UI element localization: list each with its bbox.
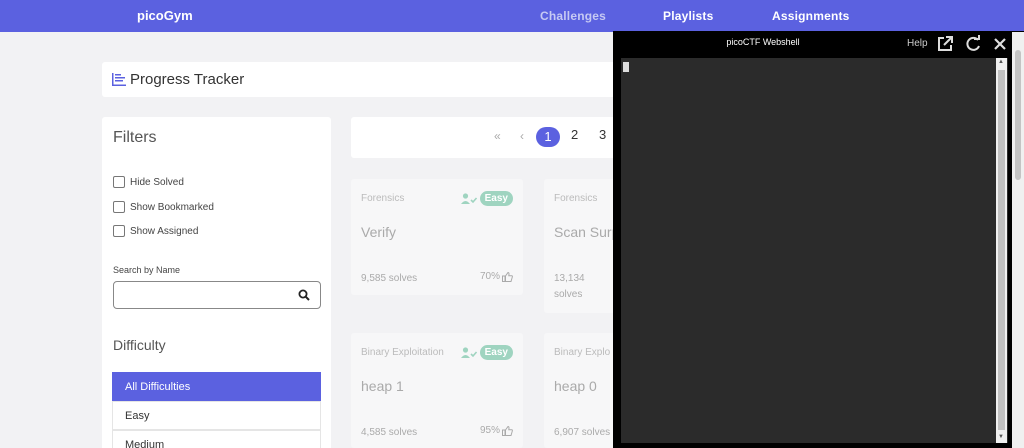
difficulty-indicator: Easy [460, 191, 513, 206]
pagination: « ‹ 1 2 3 [351, 117, 621, 158]
challenge-likes: 70% [480, 271, 513, 282]
challenge-name: heap 0 [554, 378, 597, 394]
nav-assignments[interactable]: Assignments [772, 9, 850, 23]
webshell-panel: picoCTF Webshell Help ▲ ▼ [613, 31, 1024, 448]
bar-chart-icon [112, 73, 126, 86]
challenge-category: Binary Exploitation [361, 347, 444, 358]
terminal-scrollbar-thumb[interactable] [998, 70, 1005, 430]
external-link-icon[interactable] [936, 35, 954, 53]
terminal-scrollbar[interactable]: ▲ ▼ [996, 58, 1007, 443]
difficulty-all[interactable]: All Difficulties [112, 372, 321, 401]
challenge-solves-count: 13,134 [554, 273, 585, 284]
show-bookmarked-checkbox[interactable]: Show Bookmarked [113, 201, 214, 213]
page-2-button[interactable]: 2 [571, 127, 578, 142]
challenge-category: Forensics [554, 193, 598, 204]
user-check-icon [460, 192, 477, 204]
nav-challenges[interactable]: Challenges [540, 9, 606, 23]
challenge-solves: 9,585 solves [361, 273, 418, 284]
challenge-category: Binary Explo [554, 347, 611, 358]
difficulty-badge: Easy [479, 345, 513, 360]
terminal-area[interactable] [621, 58, 1008, 443]
difficulty-indicator: Easy [460, 345, 513, 360]
difficulty-badge: Easy [479, 191, 513, 206]
user-check-icon [460, 346, 477, 358]
challenge-name: heap 1 [361, 378, 404, 394]
challenge-name: Scan Surp [554, 224, 620, 240]
likes-percent: 70% [479, 271, 500, 282]
filters-panel: Filters Hide Solved Show Bookmarked Show… [102, 117, 331, 448]
page-3-button[interactable]: 3 [599, 127, 606, 142]
challenge-solves: 6,907 solves [554, 427, 611, 438]
scroll-up-arrow-icon[interactable]: ▲ [998, 59, 1004, 65]
page-scrollbar[interactable] [1012, 32, 1024, 448]
challenge-name: Verify [361, 224, 397, 240]
challenge-card[interactable]: Forensics Easy Verify 9,585 solves 70% [351, 179, 523, 295]
checkbox-box[interactable] [113, 176, 125, 188]
search-label: Search by Name [113, 265, 181, 275]
prev-page-button[interactable]: ‹ [520, 129, 524, 143]
webshell-title: picoCTF Webshell [726, 37, 800, 47]
challenge-solves: 4,585 solves [361, 427, 418, 438]
progress-tracker-title: Progress Tracker [130, 71, 245, 88]
scroll-down-arrow-icon[interactable]: ▼ [998, 434, 1004, 440]
checkbox-label: Hide Solved [130, 176, 184, 188]
challenge-card[interactable]: Binary Exploitation Easy heap 1 4,585 so… [351, 333, 523, 448]
show-assigned-checkbox[interactable]: Show Assigned [113, 225, 198, 237]
webshell-help-link[interactable]: Help [907, 38, 928, 49]
difficulty-medium[interactable]: Medium [112, 430, 321, 448]
progress-tracker-card[interactable]: Progress Tracker [102, 62, 622, 97]
checkbox-label: Show Assigned [130, 225, 199, 237]
checkbox-label: Show Bookmarked [130, 201, 214, 213]
thumbs-up-icon [502, 425, 513, 436]
page-scrollbar-thumb[interactable] [1015, 50, 1021, 180]
page-1-button[interactable]: 1 [536, 127, 560, 147]
search-input[interactable] [113, 281, 321, 309]
difficulty-title: Difficulty [113, 337, 166, 353]
close-icon[interactable] [991, 35, 1009, 53]
first-page-button[interactable]: « [494, 129, 501, 143]
hide-solved-checkbox[interactable]: Hide Solved [113, 176, 184, 188]
likes-percent: 95% [479, 425, 500, 436]
challenge-solves-label: solves [554, 289, 583, 300]
challenge-category: Forensics [361, 193, 405, 204]
nav-playlists[interactable]: Playlists [663, 9, 714, 23]
refresh-icon[interactable] [964, 35, 982, 53]
search-icon[interactable] [298, 289, 310, 301]
terminal-cursor [623, 62, 629, 72]
checkbox-box[interactable] [113, 201, 125, 213]
thumbs-up-icon [502, 271, 513, 282]
challenge-likes: 95% [480, 425, 513, 436]
brand-logo[interactable]: picoGym [137, 8, 193, 23]
filters-title: Filters [113, 129, 157, 146]
difficulty-easy[interactable]: Easy [112, 401, 321, 430]
top-navbar: picoGym Challenges Playlists Assignments [0, 0, 1024, 32]
checkbox-box[interactable] [113, 225, 125, 237]
